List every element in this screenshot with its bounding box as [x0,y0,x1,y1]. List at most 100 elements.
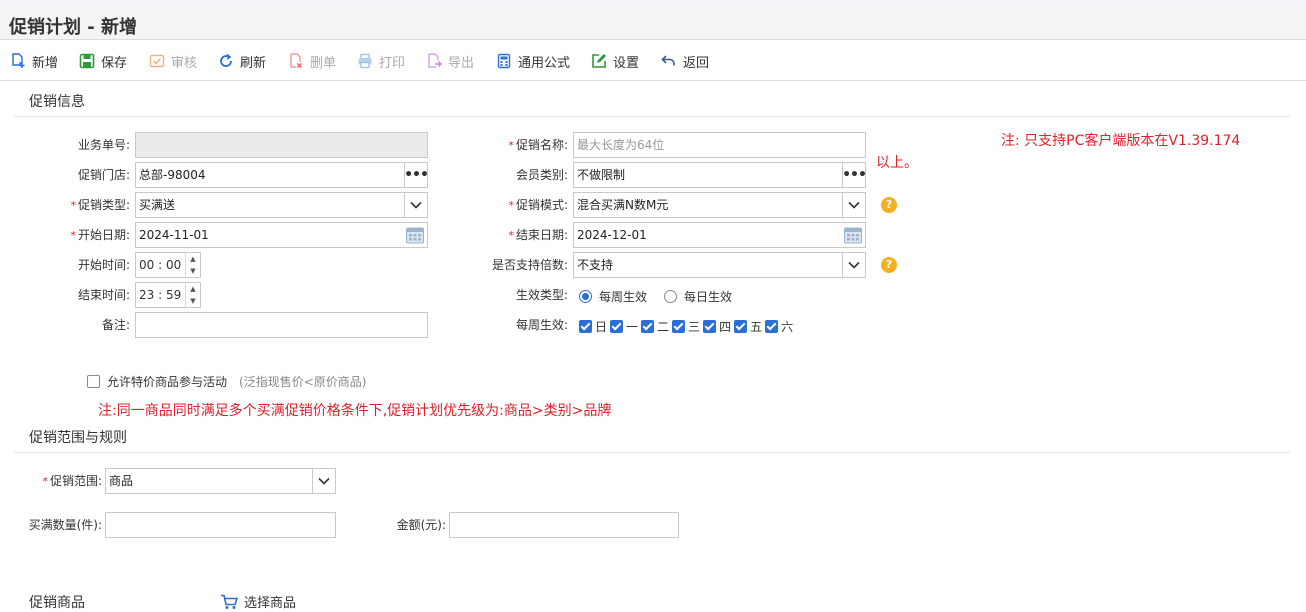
help-icon[interactable]: ? [881,257,897,273]
order-no-field [135,132,428,158]
store-label: 促销门店: [77,168,130,182]
end-date-field[interactable]: 2024-12-01 [573,222,866,248]
mode-value: 混合买满N数M元 [577,198,669,212]
export-label: 导出 [448,55,475,71]
radio-daily[interactable]: 每日生效 [664,288,732,305]
checkbox-checked-icon[interactable] [672,320,686,333]
new-button[interactable]: 新增 [10,51,58,71]
select-goods-label: 选择商品 [244,596,297,611]
weekday-label: 五 [750,320,763,334]
refresh-label: 刷新 [240,55,267,71]
qty-input[interactable] [105,512,336,538]
checkbox-checked-icon[interactable] [703,320,717,333]
member-field[interactable]: 不做限制 ••• [573,162,866,188]
refresh-icon [220,53,232,67]
weekday-checkbox-mon[interactable]: 一 [610,318,638,335]
start-date-field[interactable]: 2024-11-01 [135,222,428,248]
back-button[interactable]: 返回 [661,51,709,71]
save-button[interactable]: 保存 [79,51,127,71]
help-icon[interactable]: ? [881,197,897,213]
weekday-checkbox-sat[interactable]: 六 [765,318,793,335]
calendar-icon[interactable] [843,225,863,245]
member-label: 会员类别: [515,168,568,182]
radio-weekly[interactable]: 每周生效 [579,288,647,305]
multiple-select[interactable]: 不支持 [573,252,866,278]
version-note: 注: 只支持PC客户端版本在V1.39.174 [1001,133,1241,149]
weekday-checkbox-thu[interactable]: 四 [703,318,731,335]
chevron-down-icon [848,201,860,209]
radio-daily-label: 每日生效 [684,290,733,304]
mode-select[interactable]: 混合买满N数M元 [573,192,866,218]
spin-up-icon[interactable]: ▲ [186,253,200,265]
scope-dropdown-button[interactable] [312,469,335,493]
required-mark: * [70,199,76,212]
start-time-spinner[interactable]: ▲ ▼ [185,253,200,277]
settings-button[interactable]: 设置 [591,51,639,71]
required-mark: * [508,139,514,152]
mode-label-text: 促销模式: [515,198,568,212]
start-time-label: 开始时间: [77,258,130,272]
edit-settings-icon [592,54,606,68]
spin-down-icon[interactable]: ▼ [186,265,200,277]
delete-button[interactable]: 删单 [288,51,336,71]
checkbox-checked-icon[interactable] [734,320,748,333]
checkbox-checked-icon[interactable] [765,320,779,333]
spin-up-icon[interactable]: ▲ [186,283,200,295]
required-mark: * [42,475,48,488]
checkbox-checked-icon[interactable] [641,320,655,333]
mode-label: * 促销模式: [470,197,568,213]
amount-label: 金额(元): [396,518,446,532]
print-button[interactable]: 打印 [357,51,405,71]
more-dots-icon: ••• [842,167,866,183]
end-time-field[interactable]: 23 : 59 ▲ ▼ [135,282,201,308]
export-icon [428,53,442,68]
weekday-checkbox-fri[interactable]: 五 [734,318,762,335]
refresh-button[interactable]: 刷新 [218,51,266,71]
new-doc-icon [12,53,25,68]
allow-special-label: 允许特价商品参与活动 [107,375,228,389]
store-field[interactable]: 总部-98004 ••• [135,162,428,188]
formula-label: 通用公式 [518,55,571,71]
divider [14,452,1290,453]
multiple-dropdown-button[interactable] [842,253,865,277]
start-time-field[interactable]: 00 : 00 ▲ ▼ [135,252,201,278]
checkbox-checked-icon[interactable] [610,320,624,333]
calendar-icon[interactable] [405,225,425,245]
multiple-label: 是否支持倍数: [491,258,568,272]
start-date-label-text: 开始日期: [77,228,130,242]
spin-down-icon[interactable]: ▼ [186,295,200,307]
settings-label: 设置 [613,55,640,71]
export-button[interactable]: 导出 [426,51,474,71]
weekday-label: 一 [626,320,639,334]
formula-button[interactable]: 通用公式 [496,51,570,71]
type-dropdown-button[interactable] [404,193,427,217]
weekday-checkboxes: 日 一 二 三 四 五 六 [579,318,796,335]
audit-button[interactable]: 审核 [149,51,197,71]
end-time-spinner[interactable]: ▲ ▼ [185,283,200,307]
allow-special-checkbox[interactable] [87,375,100,388]
amount-input[interactable] [449,512,679,538]
chevron-down-icon [848,261,860,269]
required-mark: * [508,199,514,212]
weekday-checkbox-wed[interactable]: 三 [672,318,700,335]
radio-button-checked[interactable] [579,290,592,303]
weekday-checkbox-tue[interactable]: 二 [641,318,669,335]
type-select[interactable]: 买满送 [135,192,428,218]
weekday-checkbox-sun[interactable]: 日 [579,318,607,335]
chevron-down-icon [318,477,330,485]
scope-select[interactable]: 商品 [105,468,336,494]
mode-dropdown-button[interactable] [842,193,865,217]
radio-weekly-label: 每周生效 [599,290,648,304]
checkbox-checked-icon[interactable] [579,320,592,333]
type-label-text: 促销类型: [77,198,130,212]
remark-input[interactable] [135,312,428,338]
delete-label: 删单 [310,55,337,71]
store-picker-button[interactable]: ••• [404,163,427,187]
end-date-label: * 结束日期: [470,227,568,243]
end-time-value: 23 : 59 [139,288,182,302]
name-input[interactable]: 最大长度为64位 [573,132,866,158]
calculator-icon [497,53,511,69]
select-goods-button[interactable]: 选择商品 [220,592,296,611]
member-picker-button[interactable]: ••• [842,163,866,187]
radio-button[interactable] [664,290,677,303]
